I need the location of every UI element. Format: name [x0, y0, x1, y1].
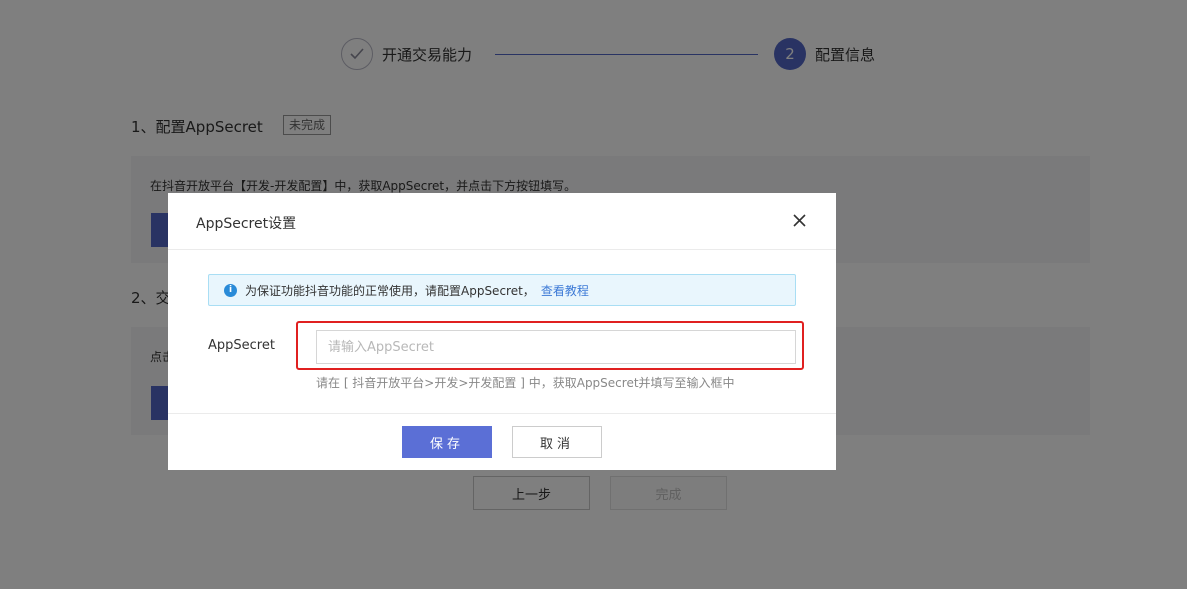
tutorial-link[interactable]: 查看教程 [541, 282, 589, 299]
page: 开通交易能力 2 配置信息 1、配置AppSecret 未完成 在抖音开放平台【… [0, 0, 1187, 589]
close-button[interactable] [788, 209, 810, 231]
appsecret-input[interactable] [316, 330, 796, 364]
appsecret-label: AppSecret [208, 338, 275, 353]
info-icon: i [224, 283, 237, 297]
dialog-title: AppSecret设置 [196, 216, 297, 232]
appsecret-dialog: AppSecret设置 i 为保证功能抖音功能的正常使用，请配置AppSecre… [168, 193, 836, 470]
info-tip: i 为保证功能抖音功能的正常使用，请配置AppSecret， 查看教程 [208, 274, 796, 306]
dialog-header: AppSecret设置 [168, 193, 836, 250]
close-icon [792, 213, 806, 227]
info-tip-text: 为保证功能抖音功能的正常使用，请配置AppSecret， [245, 283, 535, 298]
save-button[interactable]: 保存 [402, 426, 492, 458]
dialog-footer [168, 413, 836, 471]
appsecret-hint: 请在 [ 抖音开放平台>开发>开发配置 ] 中，获取AppSecret并填写至输… [316, 376, 735, 390]
cancel-button[interactable]: 取消 [512, 426, 602, 458]
